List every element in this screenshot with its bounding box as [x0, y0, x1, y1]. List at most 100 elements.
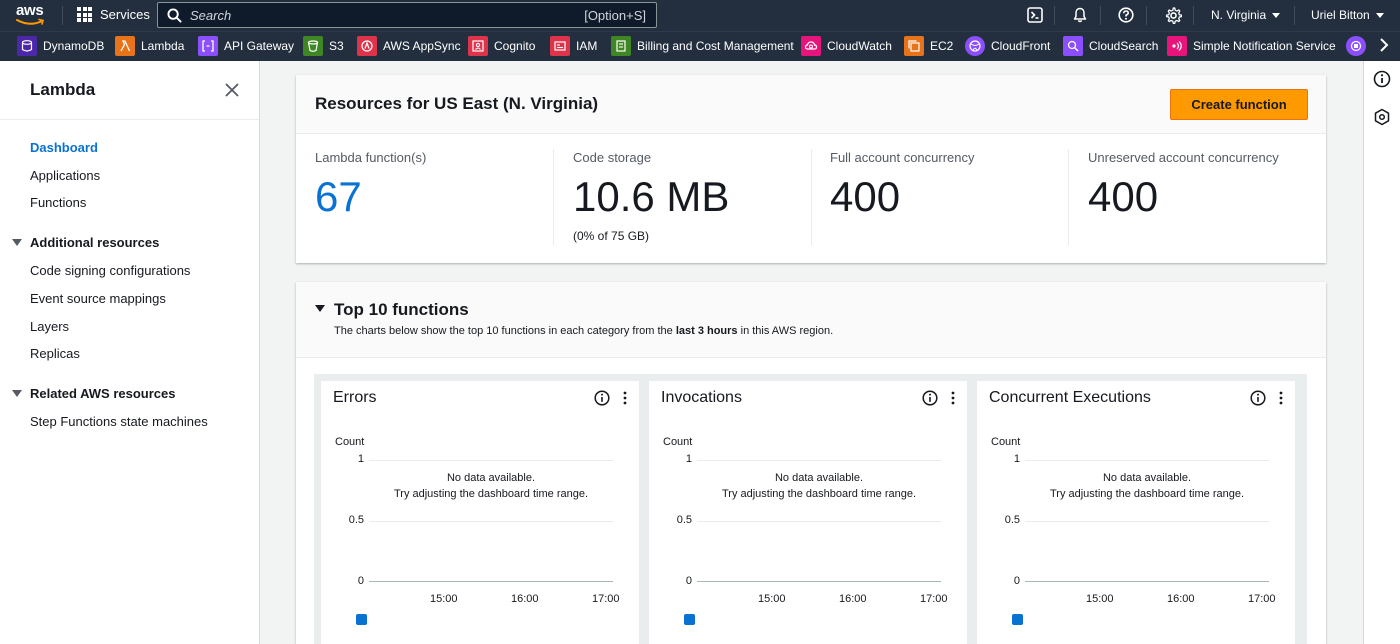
- no-data-hint: Try adjusting the dashboard time range.: [393, 488, 589, 500]
- ec2-icon: [904, 36, 924, 56]
- aws-logo-text: aws: [16, 2, 44, 19]
- account-name: Uriel Bitton: [1311, 8, 1370, 22]
- caret-down-icon: [12, 390, 22, 397]
- no-data-message: No data available. Try adjusting the dash…: [1025, 470, 1269, 502]
- section-label: Related AWS resources: [30, 386, 176, 401]
- gridline: [1025, 460, 1269, 461]
- sidebar-item-step-functions[interactable]: Step Functions state machines: [30, 414, 208, 429]
- gridline: [369, 460, 613, 461]
- account-menu[interactable]: Uriel Bitton: [1311, 8, 1384, 22]
- notifications-bell-icon[interactable]: [1071, 6, 1089, 24]
- favorite-cloudfront[interactable]: CloudFront: [965, 36, 1050, 56]
- favorite-sns[interactable]: Simple Notification Service: [1167, 36, 1336, 56]
- favorites-bar: DynamoDB Lambda API Gateway S3 AWS AppSy…: [0, 31, 1400, 61]
- more-options-icon[interactable]: [1276, 390, 1286, 406]
- top-functions-title: Top 10 functions: [334, 300, 469, 319]
- sidebar-item-replicas[interactable]: Replicas: [30, 346, 80, 361]
- favorite-ec2[interactable]: EC2: [904, 36, 953, 56]
- info-icon[interactable]: [594, 390, 610, 406]
- x-tick-label: 17:00: [592, 593, 620, 605]
- widget-title: Invocations: [661, 389, 742, 406]
- favorite-api-gateway[interactable]: API Gateway: [198, 36, 294, 56]
- resources-card: Resources for US East (N. Virginia) Crea…: [296, 75, 1326, 263]
- favorite-cognito[interactable]: Cognito: [468, 36, 535, 56]
- y-tick-label: 0: [685, 575, 692, 587]
- y-tick-label: 1: [357, 453, 364, 465]
- chevron-right-icon[interactable]: [1378, 38, 1390, 52]
- search-bar[interactable]: [Option+S]: [157, 2, 657, 28]
- favorite-label: EC2: [930, 39, 954, 53]
- metric-divider: [1068, 149, 1069, 245]
- metric-full-concurrency: Full account concurrency 400: [830, 150, 975, 219]
- legend-swatch[interactable]: [356, 614, 367, 625]
- grid-icon: [77, 7, 92, 22]
- api-gateway-icon: [198, 36, 218, 56]
- nav-divider: [1294, 6, 1295, 25]
- favorite-overflow-service[interactable]: [1346, 36, 1372, 56]
- metric-unreserved-concurrency: Unreserved account concurrency 400: [1088, 150, 1279, 219]
- services-label: Services: [100, 7, 150, 22]
- section-label: Additional resources: [30, 235, 160, 250]
- cloudshell-icon[interactable]: [1026, 6, 1044, 24]
- top-functions-description: The charts below show the top 10 functio…: [334, 325, 833, 337]
- top-functions-header[interactable]: Top 10 functions The charts below show t…: [296, 282, 1326, 358]
- create-function-button[interactable]: Create function: [1170, 89, 1308, 120]
- sidebar-item-code-signing[interactable]: Code signing configurations: [30, 263, 190, 278]
- favorite-label: Billing and Cost Management: [637, 39, 794, 53]
- favorite-cloudsearch[interactable]: CloudSearch: [1063, 36, 1158, 56]
- caret-down-icon[interactable]: [315, 305, 325, 312]
- nav-divider: [62, 6, 63, 25]
- x-axis-line: [369, 581, 613, 582]
- aws-logo[interactable]: aws: [16, 2, 48, 26]
- sns-icon: [1167, 36, 1187, 56]
- sidenav-title[interactable]: Lambda: [30, 80, 95, 100]
- y-tick-label: 0: [1013, 575, 1020, 587]
- no-data-message: No data available. Try adjusting the dash…: [369, 470, 613, 502]
- aws-smile-icon: [16, 18, 44, 25]
- metric-label: Lambda function(s): [315, 150, 427, 165]
- region-selector[interactable]: N. Virginia: [1211, 8, 1281, 22]
- info-icon[interactable]: [1250, 390, 1266, 406]
- x-tick-label: 17:00: [1248, 593, 1276, 605]
- more-options-icon[interactable]: [948, 390, 958, 406]
- favorite-billing[interactable]: Billing and Cost Management: [611, 36, 794, 56]
- favorite-iam[interactable]: IAM: [550, 36, 597, 56]
- services-menu-button[interactable]: Services: [77, 7, 150, 22]
- favorite-appsync[interactable]: AWS AppSync: [357, 36, 461, 56]
- more-options-icon[interactable]: [620, 390, 630, 406]
- sidebar-item-layers[interactable]: Layers: [30, 319, 69, 334]
- sidebar-section-related-resources[interactable]: Related AWS resources: [12, 386, 175, 401]
- info-icon[interactable]: [922, 390, 938, 406]
- favorite-s3[interactable]: S3: [303, 36, 344, 56]
- info-panel-icon[interactable]: [1373, 70, 1391, 88]
- metric-value: 10.6 MB: [573, 173, 730, 220]
- legend-swatch[interactable]: [684, 614, 695, 625]
- sidebar-item-functions[interactable]: Functions: [30, 195, 86, 210]
- sidebar-section-additional-resources[interactable]: Additional resources: [12, 235, 159, 250]
- favorite-label: API Gateway: [224, 39, 295, 53]
- sidebar-item-dashboard[interactable]: Dashboard: [30, 140, 98, 155]
- close-icon[interactable]: [223, 81, 241, 99]
- x-axis-line: [1025, 581, 1269, 582]
- search-input[interactable]: [190, 7, 560, 23]
- legend-swatch[interactable]: [1012, 614, 1023, 625]
- nav-divider: [1100, 6, 1101, 25]
- help-icon[interactable]: [1117, 6, 1135, 24]
- top-functions-card: Top 10 functions The charts below show t…: [296, 282, 1326, 644]
- feedback-hexagon-icon[interactable]: [1373, 108, 1391, 126]
- y-tick-label: 1: [685, 453, 692, 465]
- metric-lambda-functions: Lambda function(s) 67: [315, 150, 426, 219]
- billing-icon: [611, 36, 631, 56]
- settings-gear-icon[interactable]: [1164, 6, 1182, 24]
- metric-value-link[interactable]: 67: [315, 175, 426, 219]
- metric-value: 400: [830, 173, 901, 220]
- x-tick-label: 15:00: [1086, 593, 1114, 605]
- sidebar-item-applications[interactable]: Applications: [30, 168, 100, 183]
- favorite-cloudwatch[interactable]: CloudWatch: [801, 36, 892, 56]
- gridline: [369, 521, 613, 522]
- favorite-label: DynamoDB: [43, 39, 105, 53]
- sidebar-item-event-source-mappings[interactable]: Event source mappings: [30, 291, 166, 306]
- favorite-dynamodb[interactable]: DynamoDB: [17, 36, 104, 56]
- favorite-lambda[interactable]: Lambda: [115, 36, 184, 56]
- x-tick-label: 16:00: [511, 593, 539, 605]
